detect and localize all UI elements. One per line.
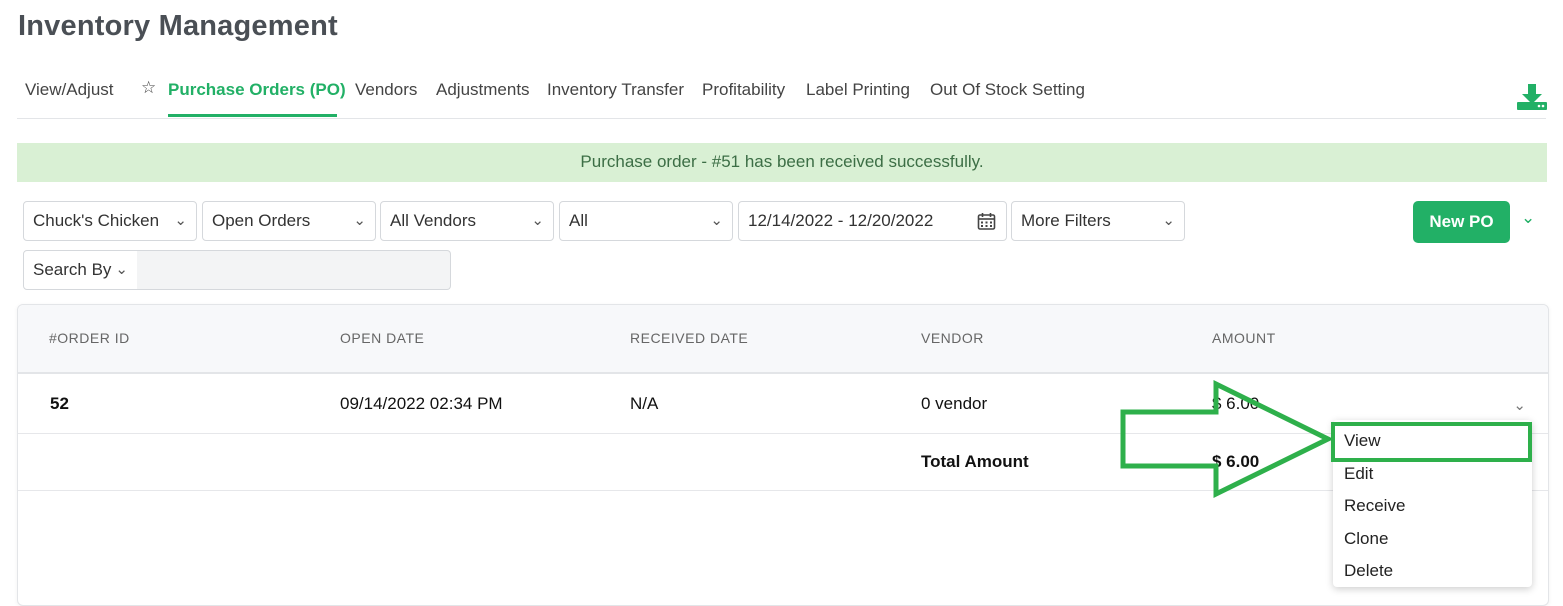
download-icon[interactable] [1515, 82, 1549, 112]
type-select-value: All [569, 211, 588, 230]
tab-adjustments[interactable]: Adjustments [436, 80, 530, 100]
chevron-down-icon: ⌄ [174, 212, 187, 229]
chevron-down-icon: ⌄ [531, 212, 544, 229]
chevron-down-icon: ⌄ [1162, 212, 1175, 229]
chevron-down-icon: ⌄ [353, 212, 366, 229]
column-header-order-id[interactable]: #ORDER ID [49, 330, 130, 346]
column-header-open-date[interactable]: OPEN DATE [340, 330, 424, 346]
active-tab-underline [168, 114, 337, 117]
page-title: Inventory Management [18, 10, 338, 42]
tab-vendors[interactable]: Vendors [355, 80, 417, 100]
search-input[interactable] [137, 250, 451, 290]
type-select[interactable]: All ⌄ [559, 201, 733, 241]
tab-view-adjust[interactable]: View/Adjust [25, 80, 114, 100]
new-po-button[interactable]: New PO [1413, 201, 1510, 243]
tab-out-of-stock-setting[interactable]: Out Of Stock Setting [930, 80, 1085, 100]
tab-profitability[interactable]: Profitability [702, 80, 785, 100]
store-select[interactable]: Chuck's Chicken ⌄ [23, 201, 197, 241]
menu-item-receive[interactable]: Receive [1344, 496, 1405, 516]
calendar-icon [977, 213, 996, 230]
menu-item-delete[interactable]: Delete [1344, 561, 1393, 581]
chevron-down-icon: ⌄ [710, 212, 723, 229]
star-icon[interactable]: ☆ [141, 78, 156, 98]
success-alert: Purchase order - #51 has been received s… [17, 143, 1547, 182]
menu-item-clone[interactable]: Clone [1344, 529, 1388, 549]
annotation-arrow-icon [1120, 379, 1334, 499]
search-by-select[interactable]: Search By ⌄ [23, 250, 138, 290]
column-header-received-date[interactable]: RECEIVED DATE [630, 330, 748, 346]
date-range-value: 12/14/2022 - 12/20/2022 [748, 211, 934, 230]
column-header-vendor[interactable]: VENDOR [921, 330, 984, 346]
menu-item-edit[interactable]: Edit [1344, 464, 1373, 484]
vendor-cell: 0 vendor [921, 394, 988, 413]
total-amount-label: Total Amount [921, 452, 1029, 471]
open-date-cell: 09/14/2022 02:34 PM [340, 394, 503, 413]
status-select-value: Open Orders [212, 211, 311, 230]
status-select[interactable]: Open Orders ⌄ [202, 201, 376, 241]
received-date-cell: N/A [630, 394, 659, 413]
tab-purchase-orders[interactable]: Purchase Orders (PO) [168, 80, 346, 100]
tab-inventory-transfer[interactable]: Inventory Transfer [547, 80, 684, 100]
vendor-select[interactable]: All Vendors ⌄ [380, 201, 554, 241]
vendor-select-value: All Vendors [390, 211, 476, 230]
view-highlight-box [1331, 422, 1532, 462]
more-filters-value: More Filters [1021, 211, 1111, 230]
search-by-value: Search By [33, 260, 112, 279]
chevron-down-icon[interactable]: ⌄ [1521, 208, 1535, 228]
more-filters-select[interactable]: More Filters ⌄ [1011, 201, 1185, 241]
store-select-value: Chuck's Chicken [33, 211, 160, 230]
order-id-cell: 52 [50, 394, 69, 413]
tab-bar: View/Adjust ☆ Purchase Orders (PO) Vendo… [17, 78, 1546, 119]
tab-label-printing[interactable]: Label Printing [806, 80, 910, 100]
column-header-amount[interactable]: AMOUNT [1212, 330, 1276, 346]
chevron-down-icon[interactable]: ⌄ [1513, 396, 1526, 414]
table-header: #ORDER ID OPEN DATE RECEIVED DATE VENDOR… [18, 305, 1548, 374]
date-range-picker[interactable]: 12/14/2022 - 12/20/2022 [738, 201, 1007, 241]
chevron-down-icon: ⌄ [115, 261, 128, 278]
